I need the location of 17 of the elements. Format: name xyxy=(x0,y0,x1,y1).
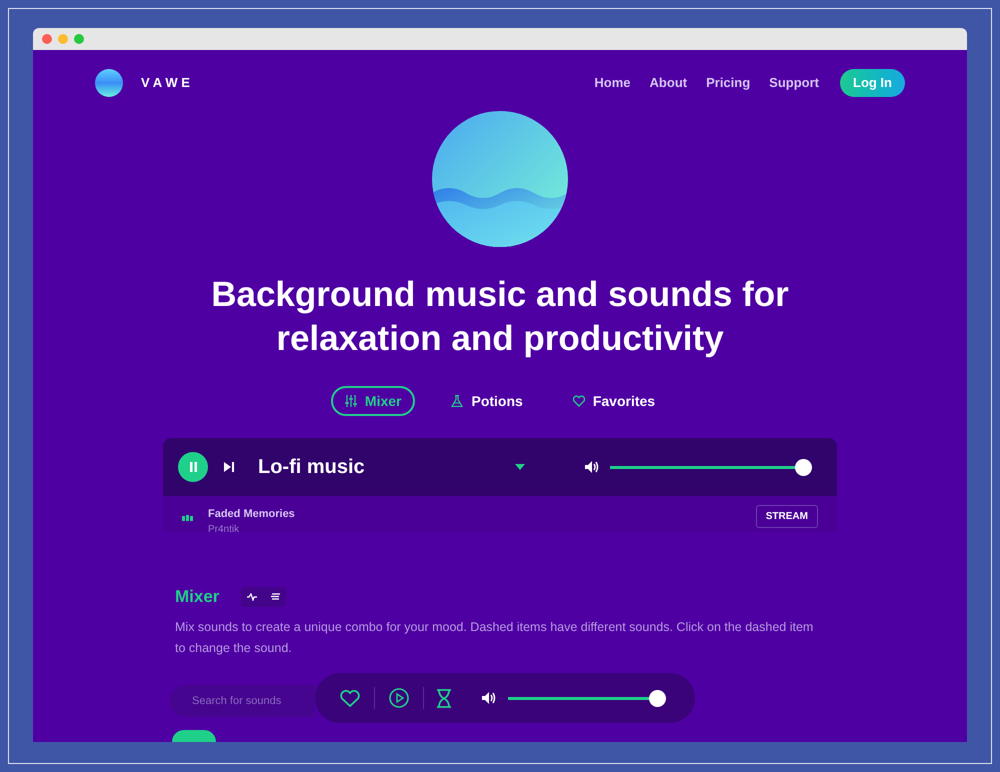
search-field[interactable]: Search for sounds xyxy=(170,685,315,718)
nav-link[interactable]: Home xyxy=(594,72,631,92)
tab[interactable]: Favorites xyxy=(558,386,670,416)
brand-name[interactable]: V A W E xyxy=(141,72,190,92)
mixer-heading: Mixer xyxy=(175,586,220,608)
stream-button[interactable]: STREAM xyxy=(756,505,818,528)
hero-heading: Background music and sounds for relaxation and productivity xyxy=(210,274,790,360)
tab[interactable]: Potions xyxy=(437,386,537,416)
playlist-title: Lo-fi music xyxy=(258,455,365,480)
nav-link[interactable]: Support xyxy=(769,72,819,92)
tab[interactable]: Mixer xyxy=(330,386,416,416)
nav-link[interactable]: About xyxy=(650,72,688,92)
track-artist: Pr4ntik xyxy=(208,523,240,532)
search-input[interactable]: Search for sounds xyxy=(192,693,312,710)
nav-link[interactable]: Pricing xyxy=(706,72,750,92)
mixer-description: Mix sounds to create a unique combo for your mood. Dashed items have different sounds. Click on the dashed item to change the sound. xyxy=(174,619,814,658)
track-title: Faded Memories xyxy=(208,507,295,522)
